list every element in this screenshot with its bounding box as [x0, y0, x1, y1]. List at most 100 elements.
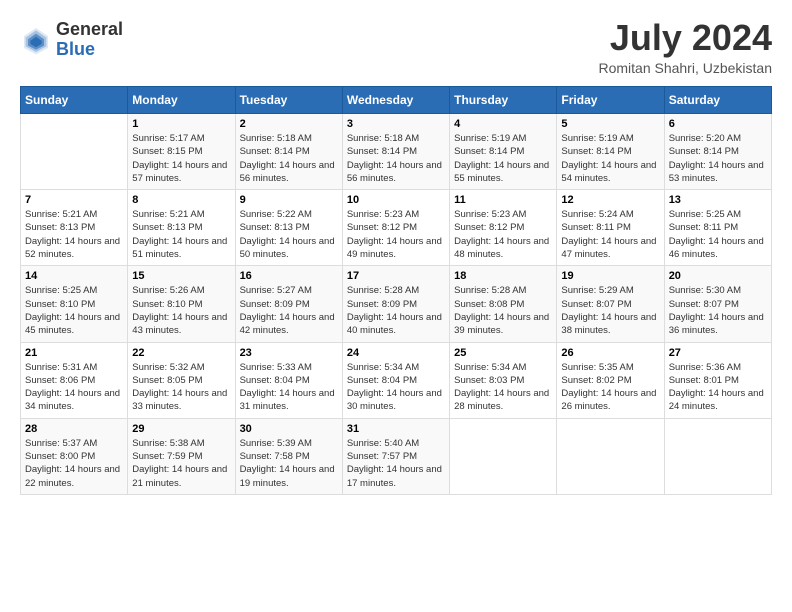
day-info: Sunrise: 5:22 AM Sunset: 8:13 PM Dayligh… [240, 208, 338, 261]
day-info: Sunrise: 5:33 AM Sunset: 8:04 PM Dayligh… [240, 361, 338, 414]
page-header: General Blue July 2024 Romitan Shahri, U… [20, 20, 772, 76]
logo-general-text: General [56, 20, 123, 40]
day-info: Sunrise: 5:24 AM Sunset: 8:11 PM Dayligh… [561, 208, 659, 261]
calendar-cell: 22 Sunrise: 5:32 AM Sunset: 8:05 PM Dayli… [128, 342, 235, 418]
day-number: 30 [240, 423, 338, 435]
day-header-tuesday: Tuesday [235, 87, 342, 114]
day-number: 7 [25, 194, 123, 206]
day-info: Sunrise: 5:28 AM Sunset: 8:08 PM Dayligh… [454, 284, 552, 337]
day-number: 16 [240, 270, 338, 282]
calendar-cell [450, 418, 557, 494]
month-year: July 2024 [598, 20, 772, 56]
day-number: 3 [347, 118, 445, 130]
day-number: 25 [454, 347, 552, 359]
calendar-week-row: 7 Sunrise: 5:21 AM Sunset: 8:13 PM Daylig… [21, 190, 772, 266]
day-number: 26 [561, 347, 659, 359]
day-number: 6 [669, 118, 767, 130]
calendar-cell: 11 Sunrise: 5:23 AM Sunset: 8:12 PM Dayli… [450, 190, 557, 266]
day-info: Sunrise: 5:21 AM Sunset: 8:13 PM Dayligh… [132, 208, 230, 261]
day-number: 28 [25, 423, 123, 435]
calendar-cell: 16 Sunrise: 5:27 AM Sunset: 8:09 PM Dayli… [235, 266, 342, 342]
calendar-cell: 15 Sunrise: 5:26 AM Sunset: 8:10 PM Dayli… [128, 266, 235, 342]
calendar-cell: 13 Sunrise: 5:25 AM Sunset: 8:11 PM Dayli… [664, 190, 771, 266]
day-info: Sunrise: 5:37 AM Sunset: 8:00 PM Dayligh… [25, 437, 123, 490]
calendar-week-row: 14Sunrise: 5:25 AM Sunset: 8:10 PM Dayli… [21, 266, 772, 342]
day-number: 20 [669, 270, 767, 282]
day-info: Sunrise: 5:28 AM Sunset: 8:09 PM Dayligh… [347, 284, 445, 337]
day-number: 22 [132, 347, 230, 359]
day-info: Sunrise: 5:19 AM Sunset: 8:14 PM Dayligh… [561, 132, 659, 185]
day-info: Sunrise: 5:34 AM Sunset: 8:03 PM Dayligh… [454, 361, 552, 414]
day-number: 24 [347, 347, 445, 359]
day-number: 31 [347, 423, 445, 435]
calendar-cell: 21 Sunrise: 5:31 AM Sunset: 8:06 PM Dayli… [21, 342, 128, 418]
day-info: Sunrise: 5:17 AM Sunset: 8:15 PM Dayligh… [132, 132, 230, 185]
day-info: Sunrise: 5:35 AM Sunset: 8:02 PM Dayligh… [561, 361, 659, 414]
calendar-cell: 19Sunrise: 5:29 AM Sunset: 8:07 PM Dayli… [557, 266, 664, 342]
day-number: 4 [454, 118, 552, 130]
day-number: 5 [561, 118, 659, 130]
day-header-wednesday: Wednesday [342, 87, 449, 114]
location: Romitan Shahri, Uzbekistan [598, 60, 772, 76]
calendar-cell: 31 Sunrise: 5:40 AM Sunset: 7:57 PM Dayli… [342, 418, 449, 494]
day-info: Sunrise: 5:40 AM Sunset: 7:57 PM Dayligh… [347, 437, 445, 490]
calendar-cell: 10Sunrise: 5:23 AM Sunset: 8:12 PM Dayli… [342, 190, 449, 266]
day-info: Sunrise: 5:20 AM Sunset: 8:14 PM Dayligh… [669, 132, 767, 185]
logo: General Blue [20, 20, 123, 60]
day-number: 12 [561, 194, 659, 206]
day-number: 29 [132, 423, 230, 435]
calendar-cell: 20 Sunrise: 5:30 AM Sunset: 8:07 PM Dayli… [664, 266, 771, 342]
calendar-cell: 1Sunrise: 5:17 AM Sunset: 8:15 PM Daylig… [128, 114, 235, 190]
day-info: Sunrise: 5:27 AM Sunset: 8:09 PM Dayligh… [240, 284, 338, 337]
day-number: 21 [25, 347, 123, 359]
calendar-table: SundayMondayTuesdayWednesdayThursdayFrid… [20, 86, 772, 495]
day-info: Sunrise: 5:30 AM Sunset: 8:07 PM Dayligh… [669, 284, 767, 337]
calendar-cell: 24 Sunrise: 5:34 AM Sunset: 8:04 PM Dayli… [342, 342, 449, 418]
calendar-cell: 27Sunrise: 5:36 AM Sunset: 8:01 PM Dayli… [664, 342, 771, 418]
day-header-saturday: Saturday [664, 87, 771, 114]
calendar-cell: 6 Sunrise: 5:20 AM Sunset: 8:14 PM Daylig… [664, 114, 771, 190]
day-info: Sunrise: 5:18 AM Sunset: 8:14 PM Dayligh… [347, 132, 445, 185]
day-info: Sunrise: 5:29 AM Sunset: 8:07 PM Dayligh… [561, 284, 659, 337]
day-number: 2 [240, 118, 338, 130]
day-info: Sunrise: 5:25 AM Sunset: 8:10 PM Dayligh… [25, 284, 123, 337]
day-number: 10 [347, 194, 445, 206]
calendar-cell: 29Sunrise: 5:38 AM Sunset: 7:59 PM Dayli… [128, 418, 235, 494]
calendar-cell: 7 Sunrise: 5:21 AM Sunset: 8:13 PM Daylig… [21, 190, 128, 266]
calendar-cell: 23Sunrise: 5:33 AM Sunset: 8:04 PM Dayli… [235, 342, 342, 418]
calendar-week-row: 21 Sunrise: 5:31 AM Sunset: 8:06 PM Dayli… [21, 342, 772, 418]
day-header-thursday: Thursday [450, 87, 557, 114]
calendar-cell: 9Sunrise: 5:22 AM Sunset: 8:13 PM Daylig… [235, 190, 342, 266]
logo-text: General Blue [56, 20, 123, 60]
day-header-friday: Friday [557, 87, 664, 114]
calendar-cell [664, 418, 771, 494]
calendar-header-row: SundayMondayTuesdayWednesdayThursdayFrid… [21, 87, 772, 114]
day-number: 11 [454, 194, 552, 206]
day-info: Sunrise: 5:26 AM Sunset: 8:10 PM Dayligh… [132, 284, 230, 337]
day-header-monday: Monday [128, 87, 235, 114]
calendar-cell: 5 Sunrise: 5:19 AM Sunset: 8:14 PM Daylig… [557, 114, 664, 190]
day-number: 15 [132, 270, 230, 282]
calendar-cell: 2Sunrise: 5:18 AM Sunset: 8:14 PM Daylig… [235, 114, 342, 190]
day-info: Sunrise: 5:34 AM Sunset: 8:04 PM Dayligh… [347, 361, 445, 414]
calendar-cell: 4 Sunrise: 5:19 AM Sunset: 8:14 PM Daylig… [450, 114, 557, 190]
day-number: 13 [669, 194, 767, 206]
calendar-cell: 12 Sunrise: 5:24 AM Sunset: 8:11 PM Dayli… [557, 190, 664, 266]
day-info: Sunrise: 5:19 AM Sunset: 8:14 PM Dayligh… [454, 132, 552, 185]
calendar-cell: 25 Sunrise: 5:34 AM Sunset: 8:03 PM Dayli… [450, 342, 557, 418]
day-info: Sunrise: 5:31 AM Sunset: 8:06 PM Dayligh… [25, 361, 123, 414]
day-number: 18 [454, 270, 552, 282]
day-info: Sunrise: 5:25 AM Sunset: 8:11 PM Dayligh… [669, 208, 767, 261]
day-info: Sunrise: 5:23 AM Sunset: 8:12 PM Dayligh… [454, 208, 552, 261]
day-number: 27 [669, 347, 767, 359]
logo-icon [20, 24, 52, 56]
day-info: Sunrise: 5:21 AM Sunset: 8:13 PM Dayligh… [25, 208, 123, 261]
calendar-cell [557, 418, 664, 494]
day-info: Sunrise: 5:32 AM Sunset: 8:05 PM Dayligh… [132, 361, 230, 414]
calendar-cell: 26 Sunrise: 5:35 AM Sunset: 8:02 PM Dayli… [557, 342, 664, 418]
logo-blue-text: Blue [56, 40, 123, 60]
calendar-cell: 17Sunrise: 5:28 AM Sunset: 8:09 PM Dayli… [342, 266, 449, 342]
calendar-week-row: 1Sunrise: 5:17 AM Sunset: 8:15 PM Daylig… [21, 114, 772, 190]
calendar-cell [21, 114, 128, 190]
title-block: July 2024 Romitan Shahri, Uzbekistan [598, 20, 772, 76]
